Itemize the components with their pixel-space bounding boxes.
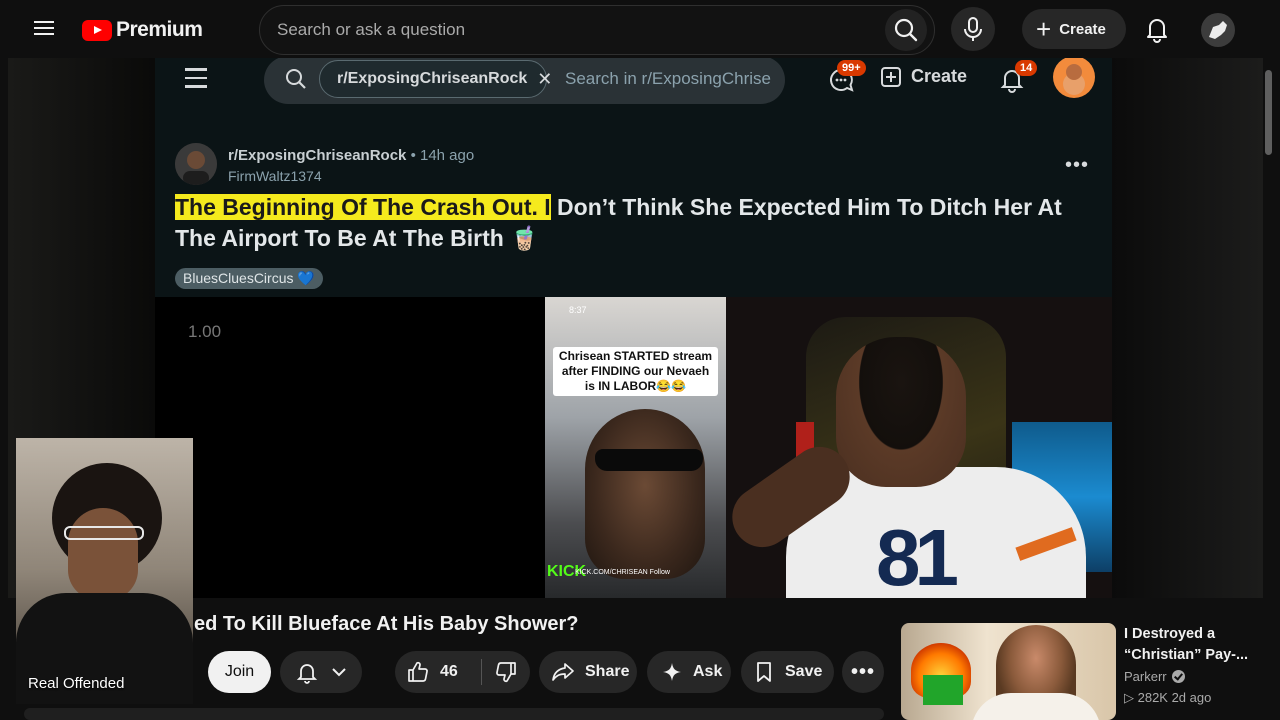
embedded-clip: 8:37 Chrisean STARTED stream after FINDI… — [545, 297, 726, 598]
post-avatar-image — [175, 143, 217, 185]
reddit-menu-icon — [185, 68, 211, 90]
recommended-thumbnail[interactable] — [901, 623, 1116, 720]
post-subreddit: r/ExposingChriseanRock • 14h ago — [228, 147, 474, 164]
webcam-face — [68, 508, 138, 600]
thumbs-down-icon — [496, 662, 516, 683]
bookmark-icon — [757, 662, 771, 682]
snoo-avatar-icon — [1063, 64, 1085, 95]
webcam-glasses — [64, 526, 144, 540]
search-icon — [894, 18, 918, 42]
create-button[interactable]: + Create — [1022, 9, 1126, 49]
like-count: 46 — [440, 663, 458, 680]
reddit-search: r/ExposingChriseanRock ✕ Search in r/Exp… — [264, 56, 785, 104]
webcam-overlay: Real Offended — [16, 438, 193, 704]
player-background-right — [1112, 58, 1263, 598]
verified-icon — [1171, 670, 1185, 683]
clip-time: 8:37 — [569, 305, 587, 315]
post-subreddit-name: r/ExposingChriseanRock — [228, 147, 407, 164]
clip-footer: KICK.COM/CHRISEAN Follow — [575, 569, 670, 576]
video-title: ed To Kill Blueface At His Baby Shower? — [194, 613, 579, 635]
youtube-logo[interactable]: Premium — [82, 18, 203, 42]
reddit-header: r/ExposingChriseanRock ✕ Search in r/Exp… — [155, 56, 1112, 112]
more-options-icon: ••• — [1065, 154, 1090, 176]
more-actions-button[interactable]: ••• — [842, 651, 884, 693]
subreddit-chip: r/ExposingChriseanRock ✕ — [319, 60, 552, 98]
share-label: Share — [585, 663, 630, 680]
description-box-edge — [24, 708, 884, 720]
notifications-button[interactable] — [1138, 10, 1176, 48]
share-icon — [552, 663, 574, 681]
brand-label: Premium — [116, 18, 203, 41]
close-icon: ✕ — [537, 68, 553, 89]
save-button[interactable]: Save — [741, 651, 834, 693]
streamer-head — [836, 337, 966, 487]
recommended-channel-name: Parkerr — [1124, 669, 1167, 684]
reddit-create-icon — [881, 66, 901, 87]
notification-badge: 14 — [1015, 60, 1038, 76]
reddit-post: r/ExposingChriseanRock • 14h ago FirmWal… — [155, 112, 1112, 297]
account-avatar[interactable] — [1201, 13, 1235, 47]
ask-button[interactable]: Ask — [647, 651, 731, 693]
post-username: FirmWaltz1374 — [228, 168, 322, 184]
search-box — [259, 5, 935, 55]
chat-badge: 99+ — [837, 60, 866, 76]
thumbnail-robe — [971, 693, 1101, 720]
subscription-bell-button[interactable] — [280, 651, 362, 693]
sparkle-icon — [663, 663, 681, 681]
ask-label: Ask — [693, 663, 723, 680]
speed-text: 1.00 — [188, 322, 222, 341]
subreddit-chip-label: r/ExposingChriseanRock — [337, 70, 528, 87]
like-dislike-group: 46 — [395, 651, 530, 693]
reddit-create: Create — [881, 66, 967, 87]
bell-icon — [1147, 19, 1167, 43]
jersey-number: 81 — [876, 513, 959, 598]
sunglasses-graphic — [595, 449, 703, 471]
scrollbar[interactable] — [1265, 70, 1272, 155]
video-player[interactable]: r/ExposingChriseanRock ✕ Search in r/Exp… — [8, 56, 1263, 598]
search-button[interactable] — [885, 9, 927, 51]
webcam-name: Real Offended — [28, 675, 125, 692]
chevron-down-icon — [332, 668, 346, 677]
more-icon: ••• — [850, 660, 875, 683]
microphone-icon — [964, 17, 982, 41]
bell-icon — [296, 664, 318, 684]
reddit-search-icon — [286, 69, 306, 89]
reddit-search-placeholder: Search in r/ExposingChrise — [565, 69, 771, 88]
like-button[interactable]: 46 — [395, 651, 481, 693]
youtube-play-icon — [82, 19, 112, 41]
guide-menu-icon[interactable] — [28, 17, 62, 43]
post-time: • 14h ago — [410, 147, 475, 164]
join-button[interactable]: Join — [208, 651, 271, 693]
recommended-title[interactable]: I Destroyed a “Christian” Pay-... — [1124, 624, 1274, 666]
create-label: Create — [1059, 20, 1106, 38]
streamer-scene: 81 — [726, 297, 1112, 598]
masthead: Premium + Create — [0, 0, 1280, 58]
clip-person — [585, 409, 705, 579]
search-input[interactable] — [277, 18, 867, 42]
recommended-channel[interactable]: Parkerr — [1124, 669, 1185, 684]
post-flair: BluesCluesCircus 💙 — [175, 268, 323, 289]
gift-graphic — [923, 675, 963, 705]
plus-icon: + — [1036, 14, 1052, 44]
video-black-area: 1.00 — [155, 297, 545, 598]
voice-search-button[interactable] — [951, 7, 995, 51]
dislike-button[interactable] — [482, 651, 530, 693]
clip-caption: Chrisean STARTED stream after FINDING ou… — [553, 347, 718, 396]
save-label: Save — [785, 663, 823, 680]
reddit-create-label: Create — [911, 66, 968, 86]
recommended-stats: ▷ 282K 2d ago — [1124, 690, 1212, 705]
avatar-animal-icon — [1209, 21, 1227, 39]
app-root: Premium + Create — [0, 0, 1280, 720]
thumbs-up-icon — [408, 661, 428, 682]
post-title-highlight: The Beginning Of The Crash Out. I — [175, 194, 551, 220]
reddit-user-avatar — [1053, 56, 1095, 98]
post-avatar — [175, 143, 217, 185]
post-title: The Beginning Of The Crash Out. I Don’t … — [175, 192, 1095, 254]
share-button[interactable]: Share — [539, 651, 637, 693]
